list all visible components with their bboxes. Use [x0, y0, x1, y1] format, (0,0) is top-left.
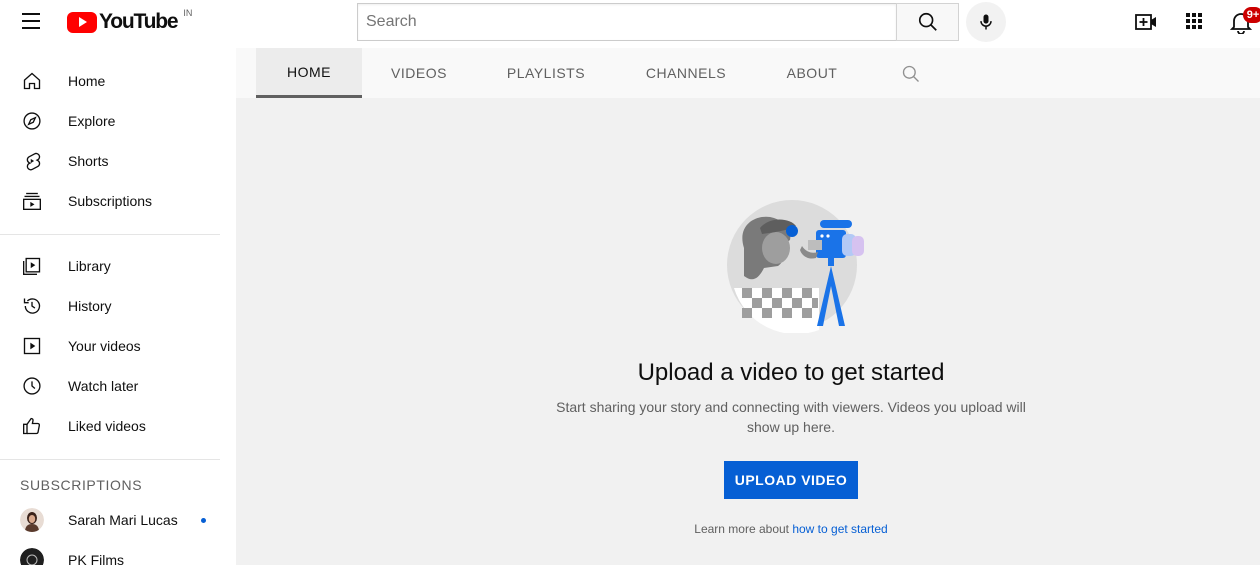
clock-icon: [23, 377, 41, 395]
country-code: IN: [183, 8, 193, 18]
channel-search-icon[interactable]: [901, 64, 921, 84]
sidebar-divider: [0, 234, 220, 235]
microphone-icon: [980, 14, 992, 30]
search-input[interactable]: [357, 3, 896, 41]
sidebar-item-label: Shorts: [68, 153, 109, 169]
tab-home[interactable]: HOME: [256, 48, 362, 98]
masthead: YouTube IN 9+: [0, 0, 1260, 48]
sidebar-item-label: Watch later: [68, 378, 139, 394]
subscription-item-sarah-mari-lucas[interactable]: Sarah Mari Lucas: [0, 500, 236, 540]
youtube-logo[interactable]: YouTube IN: [67, 8, 193, 34]
sidebar-item-your-videos[interactable]: Your videos: [0, 326, 236, 366]
voice-search-button[interactable]: [966, 2, 1006, 42]
channel-tabs: HOME VIDEOS PLAYLISTS CHANNELS ABOUT: [236, 48, 1260, 98]
subscription-name: Sarah Mari Lucas: [68, 512, 178, 528]
tab-videos[interactable]: VIDEOS: [362, 48, 476, 98]
sidebar-item-library[interactable]: Library: [0, 246, 236, 286]
sidebar-item-watch-later[interactable]: Watch later: [0, 366, 236, 406]
library-icon: [23, 257, 41, 275]
sidebar: Home Explore Shorts Subscriptions Librar…: [0, 48, 236, 565]
sidebar-item-label: Your videos: [68, 338, 141, 354]
sidebar-item-label: Library: [68, 258, 111, 274]
home-icon: [23, 72, 41, 90]
menu-icon[interactable]: [22, 13, 42, 29]
thumbs-up-icon: [23, 417, 41, 435]
empty-state-description: Start sharing your story and connecting …: [556, 399, 1026, 435]
notification-count-badge: 9+: [1243, 7, 1260, 23]
create-video-icon[interactable]: [1134, 10, 1158, 34]
sidebar-item-label: Liked videos: [68, 418, 146, 434]
sidebar-item-shorts[interactable]: Shorts: [0, 141, 236, 181]
sidebar-item-label: History: [68, 298, 112, 314]
subscription-name: PK Films: [68, 552, 124, 565]
sidebar-divider: [0, 459, 220, 460]
videographer-illustration: [727, 200, 864, 333]
sidebar-item-subscriptions[interactable]: Subscriptions: [0, 181, 236, 221]
tab-channels[interactable]: CHANNELS: [616, 48, 756, 98]
search-button[interactable]: [896, 3, 959, 41]
apps-grid-icon[interactable]: [1184, 10, 1204, 32]
how-to-get-started-link[interactable]: how to get started: [792, 522, 887, 536]
search-icon: [918, 12, 937, 31]
subscriptions-icon: [23, 192, 41, 210]
compass-icon: [23, 112, 41, 130]
youtube-play-logo-icon: [67, 11, 97, 33]
empty-state-title: Upload a video to get started: [637, 359, 945, 386]
your-videos-icon: [23, 337, 41, 355]
learn-more-text: Learn more about how to get started: [236, 522, 1260, 536]
logo-text: YouTube: [99, 10, 179, 33]
tab-about[interactable]: ABOUT: [756, 48, 868, 98]
sidebar-item-label: Explore: [68, 113, 116, 129]
learn-more-prefix: Learn more about: [694, 522, 793, 536]
search-box: [357, 3, 959, 41]
sidebar-item-label: Home: [68, 73, 106, 89]
history-icon: [23, 298, 41, 314]
subscription-item-pk-films[interactable]: PK Films: [0, 540, 236, 565]
sidebar-item-label: Subscriptions: [68, 193, 153, 209]
sidebar-item-home[interactable]: Home: [0, 61, 236, 101]
upload-video-button[interactable]: UPLOAD VIDEO: [724, 461, 858, 499]
sidebar-item-explore[interactable]: Explore: [0, 101, 236, 141]
avatar: [20, 548, 44, 565]
sidebar-item-liked-videos[interactable]: Liked videos: [0, 406, 236, 446]
new-content-dot: [201, 518, 206, 523]
subscriptions-section-title: SUBSCRIPTIONS: [20, 477, 143, 493]
channel-content: HOME VIDEOS PLAYLISTS CHANNELS ABOUT Upl…: [236, 48, 1260, 565]
tab-playlists[interactable]: PLAYLISTS: [476, 48, 616, 98]
sidebar-item-history[interactable]: History: [0, 286, 236, 326]
avatar: [20, 508, 44, 532]
shorts-icon: [26, 152, 41, 171]
